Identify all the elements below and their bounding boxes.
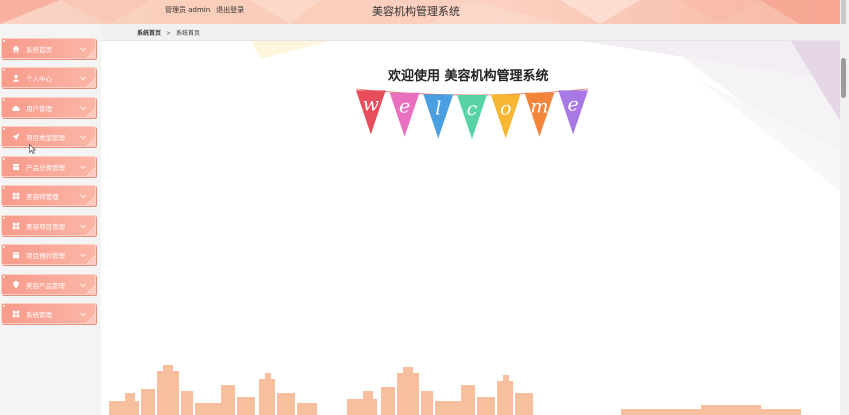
corner-decoration	[86, 196, 95, 205]
sidebar-item-beauty-products[interactable]: 美容产品管理	[1, 274, 96, 295]
banner-letter: e	[568, 93, 579, 115]
banner-flag: l	[423, 94, 454, 139]
corner-decoration	[86, 285, 95, 294]
user-info: 管理员 admin 退出登录	[165, 5, 250, 15]
sidebar-item-label: 产品分类管理	[26, 163, 65, 172]
sidebar-item-home[interactable]: 系统首页	[1, 38, 96, 59]
top-header: 管理员 admin 退出登录 美容机构管理系统	[0, 0, 840, 24]
corner-decoration	[86, 167, 95, 176]
sidebar-item-label: 系统首页	[26, 45, 52, 54]
corner-dot	[3, 40, 5, 42]
breadcrumb: 系统首页 > 系统首页	[137, 28, 200, 37]
scrollbar-top	[841, 0, 846, 24]
breadcrumb-current: 系统首页	[176, 30, 201, 37]
box-icon	[11, 162, 21, 172]
corner-decoration	[86, 137, 95, 146]
sidebar-item-project-types[interactable]: 项目类型管理	[1, 126, 96, 147]
corner-dot	[3, 305, 5, 307]
corner-dot	[3, 276, 5, 278]
breadcrumb-bar: 系统首页 > 系统首页	[101, 24, 840, 41]
corner-dot	[3, 99, 5, 101]
sidebar-item-system[interactable]: 系统管理	[1, 303, 96, 324]
corner-decoration	[86, 314, 95, 323]
main-content: 欢迎使用 美容机构管理系统 welcome	[101, 41, 840, 415]
grid-icon	[11, 191, 21, 201]
app-title: 美容机构管理系统	[372, 5, 460, 18]
sidebar-item-label: 用户管理	[26, 104, 52, 113]
banner-letter: e	[399, 96, 410, 118]
sidebar-item-label: 个人中心	[26, 74, 52, 83]
grid-icon	[11, 221, 21, 231]
banner-flag: o	[490, 94, 521, 139]
sidebar-item-label: 系统管理	[26, 310, 52, 319]
banner-letter: c	[467, 98, 478, 120]
corner-decoration	[86, 78, 95, 87]
corner-dot	[3, 69, 5, 71]
sidebar-item-label: 美容师管理	[26, 192, 59, 201]
sidebar: 系统首页 个人中心 用户管理 项目类型管理 产品分类管理 美容师管理 美容项目管…	[0, 24, 101, 415]
sidebar-item-label: 项目预约管理	[26, 251, 65, 260]
grid-icon	[11, 309, 21, 319]
welcome-banner: welcome	[355, 88, 589, 139]
corner-decoration	[86, 108, 95, 117]
corner-decoration	[86, 49, 95, 58]
sidebar-item-beauticians[interactable]: 美容师管理	[1, 185, 96, 206]
home-icon	[11, 44, 21, 54]
banner-flag: m	[524, 92, 555, 137]
corner-dot	[3, 187, 5, 189]
banner-letter: w	[363, 93, 379, 115]
sidebar-item-label: 项目类型管理	[26, 133, 65, 142]
breadcrumb-separator: >	[166, 30, 172, 37]
banner-flag: e	[558, 90, 588, 135]
welcome-heading: 欢迎使用 美容机构管理系统	[388, 69, 549, 84]
users-icon	[11, 103, 21, 113]
corner-dot	[3, 128, 5, 130]
sidebar-item-appointments[interactable]: 项目预约管理	[1, 244, 96, 265]
sidebar-item-label: 美容项目管理	[26, 222, 65, 231]
calendar-icon	[11, 250, 21, 260]
sidebar-item-users[interactable]: 用户管理	[1, 97, 96, 118]
sidebar-item-product-categories[interactable]: 产品分类管理	[1, 156, 96, 177]
corner-dot	[3, 158, 5, 160]
banner-flag: c	[457, 95, 487, 139]
banner-letter: m	[530, 96, 548, 118]
user-icon	[11, 73, 21, 83]
scrollbar-thumb[interactable]	[841, 58, 846, 98]
corner-dot	[3, 246, 5, 248]
banner-flag: e	[389, 92, 420, 137]
pin-icon	[11, 280, 21, 290]
admin-label: 管理员 admin	[165, 6, 211, 14]
plane-icon	[11, 132, 21, 142]
banner-letter: o	[500, 97, 511, 119]
sidebar-item-beauty-projects[interactable]: 美容项目管理	[1, 215, 96, 236]
banner-flag: w	[356, 90, 386, 135]
corner-decoration	[86, 255, 95, 264]
mouse-cursor-icon	[29, 144, 36, 154]
corner-dot	[3, 217, 5, 219]
sidebar-item-label: 美容产品管理	[26, 281, 65, 290]
banner-letter: l	[435, 97, 441, 119]
corner-decoration	[86, 226, 95, 235]
logout-link[interactable]: 退出登录	[216, 6, 244, 14]
breadcrumb-home[interactable]: 系统首页	[137, 30, 161, 37]
sidebar-item-profile[interactable]: 个人中心	[1, 67, 96, 88]
